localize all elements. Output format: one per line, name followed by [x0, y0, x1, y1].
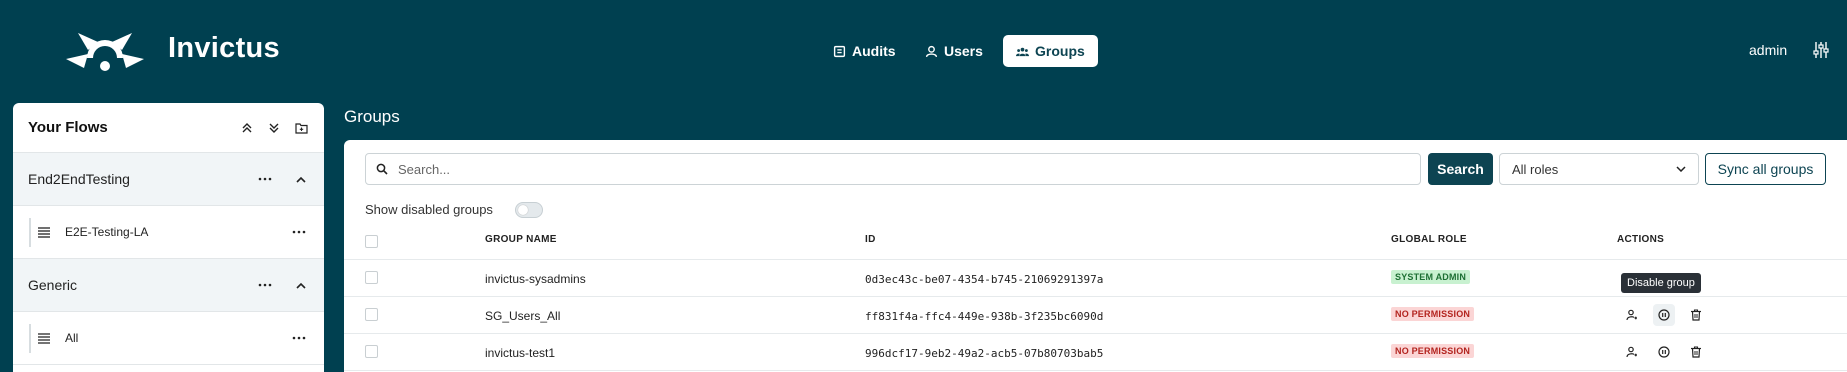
flow-item-e2e-testing-la[interactable]: E2E-Testing-LA: [13, 206, 324, 259]
nav-groups-label: Groups: [1035, 43, 1085, 59]
audits-icon: [833, 45, 846, 57]
nav-groups[interactable]: Groups: [1003, 35, 1098, 67]
column-header-group-name[interactable]: GROUP NAME: [485, 234, 557, 245]
role-badge: NO PERMISSION: [1391, 307, 1475, 321]
sidebar-title: Your Flows: [28, 119, 108, 136]
disable-group-tooltip: Disable group: [1621, 273, 1701, 293]
user-edit-icon: [1626, 346, 1637, 358]
settings-sliders-icon[interactable]: [1812, 41, 1830, 59]
nav-audits[interactable]: Audits: [820, 35, 909, 67]
show-disabled-toggle[interactable]: [515, 202, 543, 218]
group-name-cell[interactable]: invictus-test1: [485, 346, 555, 360]
delete-group-button[interactable]: [1685, 341, 1707, 363]
column-header-global-role[interactable]: GLOBAL ROLE: [1391, 234, 1467, 245]
flow-group-label: End2EndTesting: [28, 171, 130, 187]
search-button[interactable]: Search: [1428, 153, 1493, 185]
nav-audits-label: Audits: [852, 43, 896, 59]
trash-icon: [1691, 346, 1701, 358]
page-title: Groups: [344, 107, 400, 126]
user-edit-icon: [1626, 309, 1637, 321]
user-name[interactable]: admin: [1749, 42, 1787, 58]
row-checkbox[interactable]: [365, 308, 378, 321]
more-options-icon[interactable]: [289, 224, 309, 240]
app-brand: Invictus: [168, 32, 280, 64]
groups-panel: Search All roles Sync all groups Show di…: [344, 140, 1847, 372]
manage-members-button[interactable]: [1621, 341, 1643, 363]
groups-icon: [1016, 47, 1029, 56]
show-disabled-label: Show disabled groups: [365, 202, 493, 217]
group-id-cell: ff831f4a-ffc4-449e-938b-3f235bc6090d: [865, 310, 1104, 323]
chevron-up-icon[interactable]: [293, 277, 309, 293]
row-divider: [344, 259, 1847, 260]
tree-indent-bar: [29, 324, 31, 353]
sidebar-header: Your Flows: [13, 103, 324, 153]
flow-group-end2endtesting[interactable]: End2EndTesting: [13, 153, 324, 206]
more-options-icon[interactable]: [255, 171, 275, 187]
chevron-up-icon[interactable]: [293, 171, 309, 187]
flow-item-all[interactable]: All: [13, 312, 324, 365]
flow-group-generic[interactable]: Generic: [13, 259, 324, 312]
trash-icon: [1691, 309, 1701, 321]
role-filter-value: All roles: [1512, 161, 1559, 177]
column-header-id[interactable]: ID: [865, 234, 876, 245]
sync-all-groups-button[interactable]: Sync all groups: [1705, 153, 1826, 185]
disable-group-button[interactable]: [1653, 304, 1675, 326]
chevron-down-icon: [1676, 166, 1686, 172]
pause-circle-icon: [1658, 309, 1670, 321]
tree-indent-bar: [29, 218, 31, 247]
expand-all-icon[interactable]: [266, 120, 282, 136]
group-id-cell: 0d3ec43c-be07-4354-b745-21069291397a: [865, 273, 1104, 286]
add-folder-icon[interactable]: [293, 120, 309, 136]
more-options-icon[interactable]: [255, 277, 275, 293]
flows-sidebar: Your Flows End2EndTesting E2E-Testing-LA…: [13, 103, 324, 372]
row-divider: [344, 370, 1847, 371]
group-name-cell[interactable]: invictus-sysadmins: [485, 272, 586, 286]
list-icon: [38, 227, 50, 238]
flow-item-label: All: [65, 331, 79, 345]
group-id-cell: 996dcf17-9eb2-49a2-acb5-07b80703bab5: [865, 347, 1104, 360]
select-all-checkbox[interactable]: [365, 235, 378, 248]
nav-users[interactable]: Users: [912, 35, 996, 67]
flow-item-label: E2E-Testing-LA: [65, 225, 149, 239]
group-name-cell[interactable]: SG_Users_All: [485, 309, 560, 323]
pause-circle-icon: [1658, 346, 1670, 358]
row-checkbox[interactable]: [365, 345, 378, 358]
manage-members-button[interactable]: [1621, 304, 1643, 326]
row-divider: [344, 333, 1847, 334]
search-input[interactable]: [398, 161, 1298, 177]
nav-users-label: Users: [944, 43, 983, 59]
invictus-logo: [66, 33, 144, 71]
row-checkbox[interactable]: [365, 271, 378, 284]
more-options-icon[interactable]: [289, 330, 309, 346]
search-field[interactable]: [365, 153, 1421, 185]
delete-group-button[interactable]: [1685, 304, 1707, 326]
search-icon: [376, 163, 388, 175]
flow-group-label: Generic: [28, 277, 78, 293]
role-filter-select[interactable]: All roles: [1499, 153, 1699, 185]
row-divider: [344, 296, 1847, 297]
list-icon: [38, 333, 50, 344]
column-header-actions: ACTIONS: [1617, 234, 1665, 245]
user-icon: [925, 45, 938, 57]
disable-group-button[interactable]: [1653, 341, 1675, 363]
role-badge: SYSTEM ADMIN: [1391, 270, 1471, 284]
role-badge: NO PERMISSION: [1391, 344, 1475, 358]
collapse-all-icon[interactable]: [239, 120, 255, 136]
